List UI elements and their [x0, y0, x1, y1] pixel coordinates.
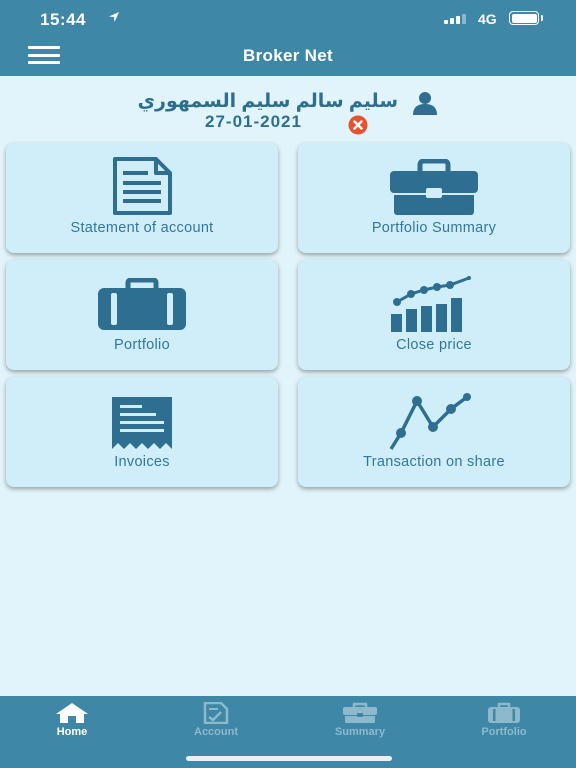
user-row: سليم سالم سليم السمهوري — [0, 90, 576, 115]
tile-label: Portfolio — [114, 337, 170, 353]
date-row: 27-01-2021 — [0, 112, 576, 135]
location-icon — [108, 10, 120, 26]
nav-label: Portfolio — [481, 726, 527, 738]
logout-icon[interactable] — [348, 115, 368, 140]
tile-portfolio[interactable]: Portfolio — [6, 260, 278, 370]
network-type: 4G — [478, 11, 497, 27]
nav-portfolio[interactable]: Portfolio — [432, 696, 576, 756]
nav-home[interactable]: Home — [0, 696, 144, 756]
receipt-icon — [6, 395, 278, 451]
nav-label: Home — [56, 726, 88, 738]
battery-cap — [541, 15, 543, 21]
tile-label: Transaction on share — [363, 454, 505, 470]
login-date: 27-01-2021 — [205, 112, 302, 131]
tile-invoices[interactable]: Invoices — [6, 377, 278, 487]
tile-statement-of-account[interactable]: Statement of account — [6, 143, 278, 253]
tile-transaction-on-share[interactable]: Transaction on share — [298, 377, 570, 487]
signal-icon — [444, 14, 466, 24]
battery-icon — [509, 11, 539, 25]
bar-chart-icon — [298, 276, 570, 334]
portfolio-icon — [432, 702, 576, 724]
document-icon — [6, 157, 278, 215]
nav-account[interactable]: Account — [144, 696, 288, 756]
nav-label: Account — [194, 726, 238, 738]
tile-label: Statement of account — [70, 220, 214, 236]
tile-close-price[interactable]: Close price — [298, 260, 570, 370]
tile-portfolio-summary[interactable]: Portfolio Summary — [298, 143, 570, 253]
luggage-icon — [6, 278, 278, 332]
tile-label: Invoices — [114, 454, 170, 470]
user-name: سليم سالم سليم السمهوري — [137, 91, 398, 112]
nav-label: Summary — [334, 726, 386, 738]
home-indicator — [186, 756, 392, 761]
home-icon — [0, 702, 144, 724]
tile-label: Portfolio Summary — [371, 220, 497, 236]
nav-summary[interactable]: Summary — [288, 696, 432, 756]
app-title: Broker Net — [243, 46, 333, 65]
top-bar: 15:44 4G Broker Net — [0, 0, 576, 76]
account-icon — [144, 702, 288, 724]
line-chart-icon — [298, 393, 570, 451]
briefcase-icon — [298, 159, 570, 217]
summary-icon — [288, 702, 432, 724]
status-time: 15:44 — [40, 10, 86, 29]
tile-label: Close price — [396, 337, 472, 353]
